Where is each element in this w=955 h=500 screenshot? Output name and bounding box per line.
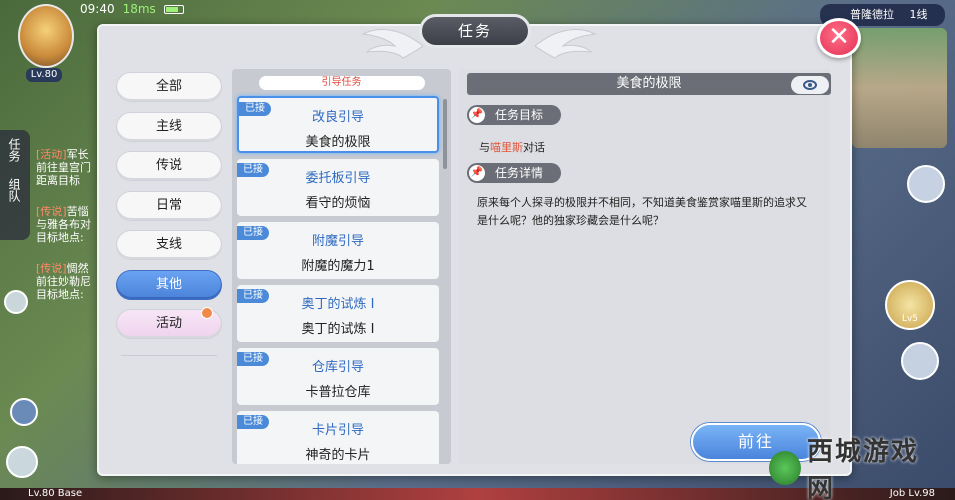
base-level: Lv.80 Base (28, 488, 83, 499)
quest-name: 神奇的卡片 (305, 448, 371, 463)
chat-line: [活动]军长 (36, 148, 89, 161)
notification-dot-icon (201, 307, 213, 319)
skill-level: Lv5 (901, 314, 919, 324)
chat-line: 目标地点: (36, 288, 84, 301)
category-all[interactable]: 全部 (116, 72, 222, 102)
network-latency: 18ms (122, 2, 156, 16)
pin-icon: 📌 (469, 165, 485, 181)
skill-button[interactable]: Lv5 (885, 280, 935, 330)
quest-type: 卡片引导 (311, 423, 364, 438)
quest-item[interactable]: 已接 改良引导 美食的极限 (237, 96, 439, 153)
quest-name: 卡普拉仓库 (305, 385, 371, 400)
category-event[interactable]: 活动 (116, 307, 222, 339)
category-main[interactable]: 主线 (116, 111, 222, 142)
chat-line: 距离目标 (36, 174, 80, 187)
swap-icon[interactable] (901, 342, 939, 380)
detail-heading-text: 任务详情 (495, 166, 544, 180)
chat-line: [传说]惆然 (36, 262, 89, 275)
npc-link[interactable]: 喵里斯 (490, 141, 523, 154)
divider (121, 355, 217, 356)
watermark-logo-icon (769, 451, 802, 485)
wing-left-icon (361, 29, 423, 59)
wing-right-icon (535, 29, 597, 59)
quest-item[interactable]: 已接 委托板引导 看守的烦恼 (237, 159, 439, 216)
quest-detail: 美食的极限 📌 任务目标 与喵里斯对话 📌 任务详情 原来每个人探寻的极限并不相… (459, 69, 831, 464)
quest-dialog: 全部 主线 传说 日常 支线 其他 活动 引导任务 已接 改良引导 美食的极限 … (97, 24, 852, 476)
detail-text: 原来每个人探寻的极限并不相同，不知道美食鉴赏家喵里斯的追求又是什么呢？他的独家珍… (477, 196, 807, 227)
goal-text: 与喵里斯对话 (479, 141, 545, 154)
eye-icon[interactable] (791, 76, 829, 94)
quest-name: 奥丁的试炼 I (301, 322, 375, 337)
goal-heading: 📌 任务目标 (467, 105, 561, 125)
quest-item[interactable]: 已接 奥丁的试炼 I 奥丁的试炼 I (237, 285, 439, 342)
location-name: 普隆德拉 (850, 8, 894, 21)
category-event-label: 活动 (155, 316, 182, 331)
battery-icon (163, 4, 184, 14)
settings-icon[interactable] (6, 446, 38, 478)
quest-name: 美食的极限 (305, 135, 371, 150)
close-icon[interactable]: ✕ (817, 18, 861, 58)
category-list: 全部 主线 传说 日常 支线 其他 活动 (116, 72, 222, 356)
goal-heading-text: 任务目标 (495, 108, 544, 122)
chat-line: 前往妙勒尼 (36, 275, 91, 288)
quest-type: 奥丁的试炼 I (301, 297, 375, 312)
side-tabs: 任务 组队 (0, 130, 30, 240)
tab-team[interactable]: 组队 (0, 170, 29, 210)
detail-heading: 📌 任务详情 (467, 163, 561, 183)
quest-name: 附魔的魔力1 (301, 259, 375, 274)
chat-line: [传说]苦惱 (36, 205, 89, 218)
quest-type: 委托板引导 (305, 171, 371, 186)
dialog-title: 任务 (419, 14, 531, 48)
pin-icon: 📌 (469, 107, 485, 123)
quest-detail-title: 美食的极限 (467, 73, 831, 95)
user-icon[interactable] (10, 398, 38, 426)
quest-item[interactable]: 已接 附魔引导 附魔的魔力1 (237, 222, 439, 279)
category-side[interactable]: 支线 (116, 230, 222, 260)
tab-mission[interactable]: 任务 (0, 130, 29, 170)
category-daily[interactable]: 日常 (116, 190, 222, 221)
quest-type: 改良引导 (311, 110, 364, 125)
quest-type: 仓库引导 (311, 360, 364, 375)
chat-line: 前往皇宫门 (36, 161, 91, 174)
quest-name: 看守的烦恼 (305, 196, 371, 211)
minimap[interactable] (852, 28, 947, 148)
back-arrow-icon[interactable] (907, 165, 945, 203)
quest-detail-title-text: 美食的极限 (616, 76, 682, 91)
watermark: 西城游戏网 (769, 437, 939, 500)
quest-item[interactable]: 已接 卡片引导 神奇的卡片 (237, 411, 439, 464)
quest-list[interactable]: 引导任务 已接 改良引导 美食的极限 已接 委托板引导 看守的烦恼 已接 附魔引… (232, 69, 451, 464)
quest-item[interactable]: 已接 仓库引导 卡普拉仓库 (237, 348, 439, 405)
clock: 09:40 (80, 2, 115, 16)
category-legend[interactable]: 传说 (116, 151, 222, 181)
quest-list-header: 引导任务 (258, 76, 425, 90)
scrollbar[interactable] (443, 99, 447, 169)
chat-line: 目标地点: (36, 231, 84, 244)
watermark-text: 西城游戏网 (807, 437, 920, 500)
status-bar: 09:40 18ms (80, 0, 230, 18)
channel-label[interactable]: 1线 (910, 8, 928, 21)
quest-type: 附魔引导 (311, 234, 364, 249)
chat-line: 与雅各布对 (36, 218, 91, 231)
category-other[interactable]: 其他 (116, 269, 222, 300)
player-avatar[interactable] (18, 4, 74, 68)
chevron-left-icon[interactable] (4, 290, 28, 314)
player-level: Lv.80 (26, 68, 62, 82)
